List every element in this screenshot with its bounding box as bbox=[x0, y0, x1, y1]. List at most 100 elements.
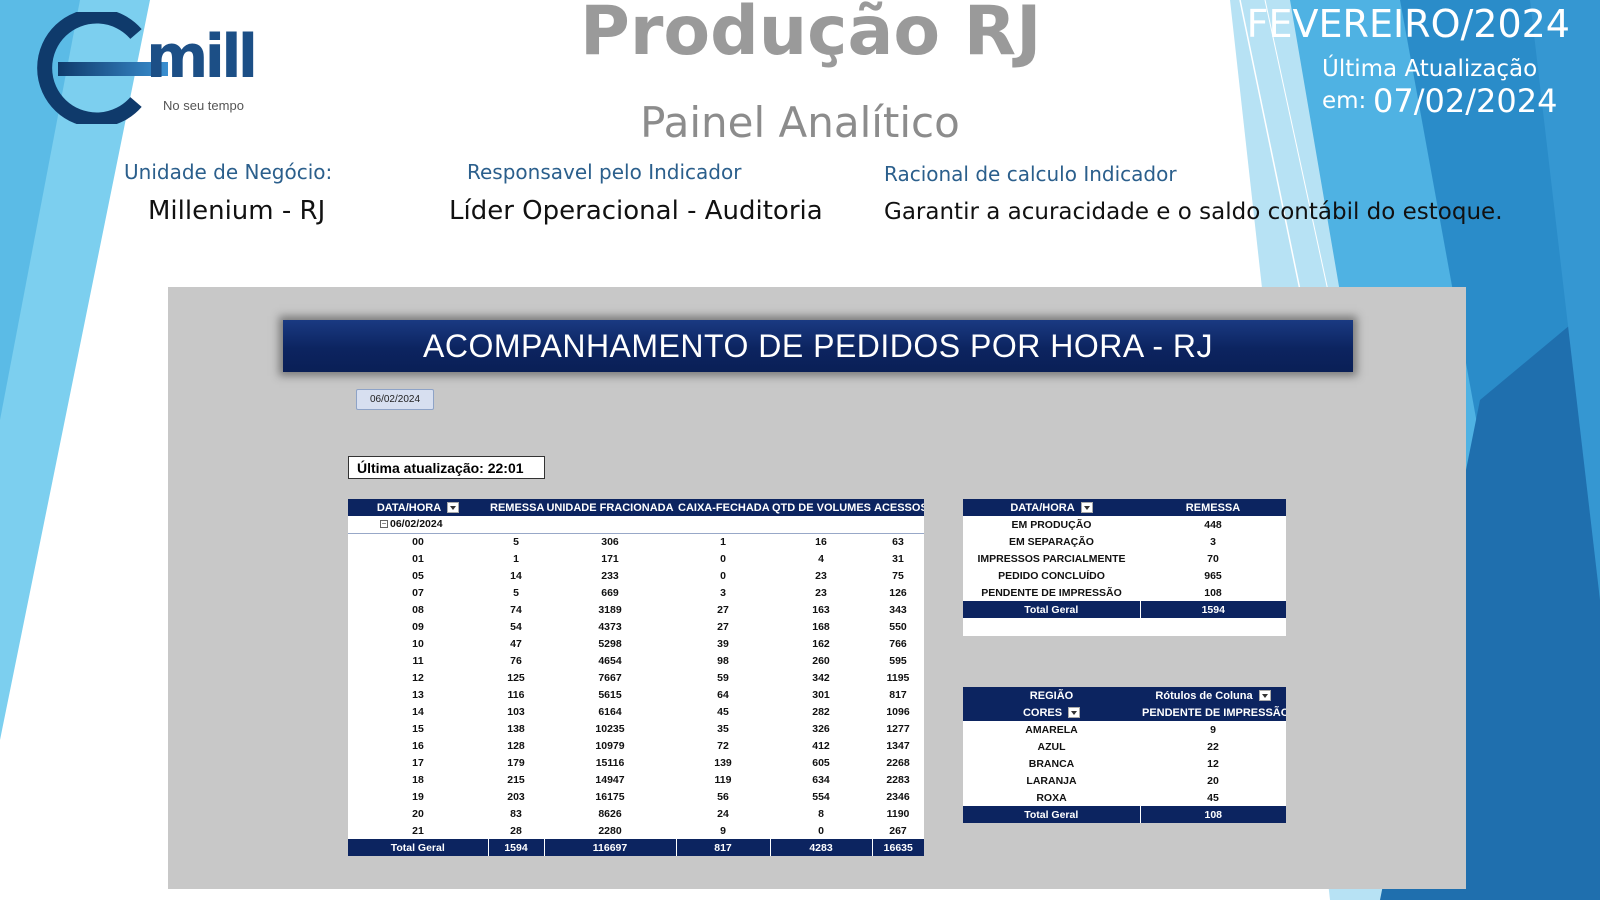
table-cell: BRANCA bbox=[1028, 757, 1075, 770]
total-cell: Total Geral bbox=[963, 601, 1141, 618]
table-cell: 5298 bbox=[598, 637, 622, 650]
table-cell: 21 bbox=[412, 824, 424, 837]
table-cell: 260 bbox=[812, 654, 830, 667]
table-cell: 108 bbox=[1204, 586, 1222, 599]
table-row[interactable]: 14 103 6164 45 282 1096 bbox=[348, 703, 924, 720]
rational-label: Racional de calculo Indicador bbox=[884, 162, 1177, 186]
table-cell: 16175 bbox=[595, 790, 625, 803]
unit-value: Millenium - RJ bbox=[148, 196, 326, 226]
collapse-icon[interactable]: − bbox=[380, 520, 388, 529]
group-row[interactable]: −06/02/2024 bbox=[348, 516, 924, 534]
table-cell: 23 bbox=[815, 586, 827, 599]
column-header: CAIXA-FECHADA bbox=[676, 499, 770, 516]
filter-dropdown-icon[interactable] bbox=[1258, 690, 1271, 702]
period-label: FEVEREIRO/2024 bbox=[1246, 2, 1570, 46]
table-cell: 1347 bbox=[886, 739, 910, 752]
table-row[interactable]: 15 138 10235 35 326 1277 bbox=[348, 720, 924, 737]
table-row[interactable]: 18 215 14947 119 634 2283 bbox=[348, 771, 924, 788]
date-slicer-button[interactable]: 06/02/2024 bbox=[356, 389, 434, 410]
table-row[interactable]: PEDIDO CONCLUÍDO 965 bbox=[963, 567, 1286, 584]
column-header: DATA/HORA bbox=[348, 499, 488, 516]
table-cell: 2268 bbox=[886, 756, 910, 769]
update-date: 07/02/2024 bbox=[1373, 82, 1558, 120]
table-row[interactable]: PENDENTE DE IMPRESSÃO 108 bbox=[963, 584, 1286, 601]
table-header-row: DATA/HORA REMESSA UNIDADE FRACIONADA CAI… bbox=[348, 499, 924, 516]
table-cell: 171 bbox=[601, 552, 619, 565]
table-cell: 00 bbox=[412, 535, 424, 548]
table-cell: 76 bbox=[510, 654, 522, 667]
table-cell: 19 bbox=[412, 790, 424, 803]
table-cell: 116 bbox=[507, 688, 525, 701]
filter-dropdown-icon[interactable] bbox=[1080, 502, 1093, 514]
filter-dropdown-icon[interactable] bbox=[1068, 707, 1081, 719]
table-cell: 16 bbox=[412, 739, 424, 752]
table-row[interactable]: EM PRODUÇÃO 448 bbox=[963, 516, 1286, 533]
table-cell: 16 bbox=[815, 535, 827, 548]
table-cell: 24 bbox=[717, 807, 729, 820]
table-cell: 119 bbox=[714, 773, 732, 786]
table-cell: 11 bbox=[412, 654, 424, 667]
table-row[interactable]: LARANJA 20 bbox=[963, 772, 1286, 789]
table-cell: 8626 bbox=[598, 807, 622, 820]
table-row[interactable]: 16 128 10979 72 412 1347 bbox=[348, 737, 924, 754]
table-cell: 595 bbox=[889, 654, 907, 667]
table-cell: 07 bbox=[412, 586, 424, 599]
table-cell: 301 bbox=[812, 688, 830, 701]
table-cell: 98 bbox=[717, 654, 729, 667]
dashboard-panel: ACOMPANHAMENTO DE PEDIDOS POR HORA - RJ … bbox=[168, 287, 1466, 889]
table-cell: 168 bbox=[812, 620, 830, 633]
table-row[interactable]: 19 203 16175 56 554 2346 bbox=[348, 788, 924, 805]
total-cell: 4283 bbox=[770, 839, 873, 856]
table-row[interactable]: AMARELA 9 bbox=[963, 721, 1286, 738]
table-cell: AZUL bbox=[1037, 740, 1066, 753]
table-cell: 59 bbox=[717, 671, 729, 684]
table-row[interactable]: 00 5 306 1 16 63 bbox=[348, 533, 924, 550]
table-cell: 31 bbox=[892, 552, 904, 565]
table-cell: 162 bbox=[812, 637, 830, 650]
table-cell: 817 bbox=[889, 688, 907, 701]
table-row[interactable]: 01 1 171 0 4 31 bbox=[348, 550, 924, 567]
table-cell: 448 bbox=[1204, 518, 1222, 531]
table-cell: 72 bbox=[717, 739, 729, 752]
table-row[interactable]: EM SEPARAÇÃO 3 bbox=[963, 533, 1286, 550]
table-cell: 17 bbox=[412, 756, 424, 769]
table-cell: 103 bbox=[507, 705, 525, 718]
table-cell: 09 bbox=[412, 620, 424, 633]
table-row[interactable]: 05 14 233 0 23 75 bbox=[348, 567, 924, 584]
table-row[interactable]: 20 83 8626 24 8 1190 bbox=[348, 805, 924, 822]
table-cell: 12 bbox=[1207, 757, 1219, 770]
table-row[interactable]: 09 54 4373 27 168 550 bbox=[348, 618, 924, 635]
table-row[interactable]: 08 74 3189 27 163 343 bbox=[348, 601, 924, 618]
table-cell: 669 bbox=[601, 586, 619, 599]
update-em-label: em: bbox=[1322, 88, 1367, 114]
status-table: DATA/HORA REMESSA EM PRODUÇÃO 448 EM SEPAR… bbox=[963, 499, 1286, 636]
table-cell: 70 bbox=[1207, 552, 1219, 565]
table-cell: 342 bbox=[812, 671, 830, 684]
table-row[interactable]: AZUL 22 bbox=[963, 738, 1286, 755]
table-row[interactable]: IMPRESSOS PARCIALMENTE 70 bbox=[963, 550, 1286, 567]
table-cell: 267 bbox=[889, 824, 907, 837]
filter-dropdown-icon[interactable] bbox=[447, 502, 460, 514]
region-colors-table: REGIÃO Rótulos de Coluna CORES PENDENTE … bbox=[963, 687, 1286, 823]
table-cell: 766 bbox=[889, 637, 907, 650]
table-row[interactable]: 21 28 2280 9 0 267 bbox=[348, 822, 924, 839]
table-cell: 1 bbox=[513, 552, 519, 565]
table-row[interactable]: 12 125 7667 59 342 1195 bbox=[348, 669, 924, 686]
table-cell: 13 bbox=[412, 688, 424, 701]
table-row[interactable]: 17 179 15116 139 605 2268 bbox=[348, 754, 924, 771]
page-subtitle: Painel Analítico bbox=[640, 98, 960, 147]
table-cell: 3 bbox=[1210, 535, 1216, 548]
last-update-box: Última atualização: 22:01 bbox=[348, 456, 545, 479]
table-cell: 126 bbox=[889, 586, 907, 599]
table-row[interactable]: 11 76 4654 98 260 595 bbox=[348, 652, 924, 669]
table-row[interactable]: 13 116 5615 64 301 817 bbox=[348, 686, 924, 703]
table-row[interactable]: BRANCA 12 bbox=[963, 755, 1286, 772]
table-cell: 1195 bbox=[886, 671, 910, 684]
table-row[interactable]: 07 5 669 3 23 126 bbox=[348, 584, 924, 601]
table-row[interactable]: ROXA 45 bbox=[963, 789, 1286, 806]
table-row[interactable]: 10 47 5298 39 162 766 bbox=[348, 635, 924, 652]
column-header: DATA/HORA bbox=[963, 499, 1140, 516]
table-cell: 4654 bbox=[598, 654, 622, 667]
table-cell: 22 bbox=[1207, 740, 1219, 753]
table-cell: 08 bbox=[412, 603, 424, 616]
